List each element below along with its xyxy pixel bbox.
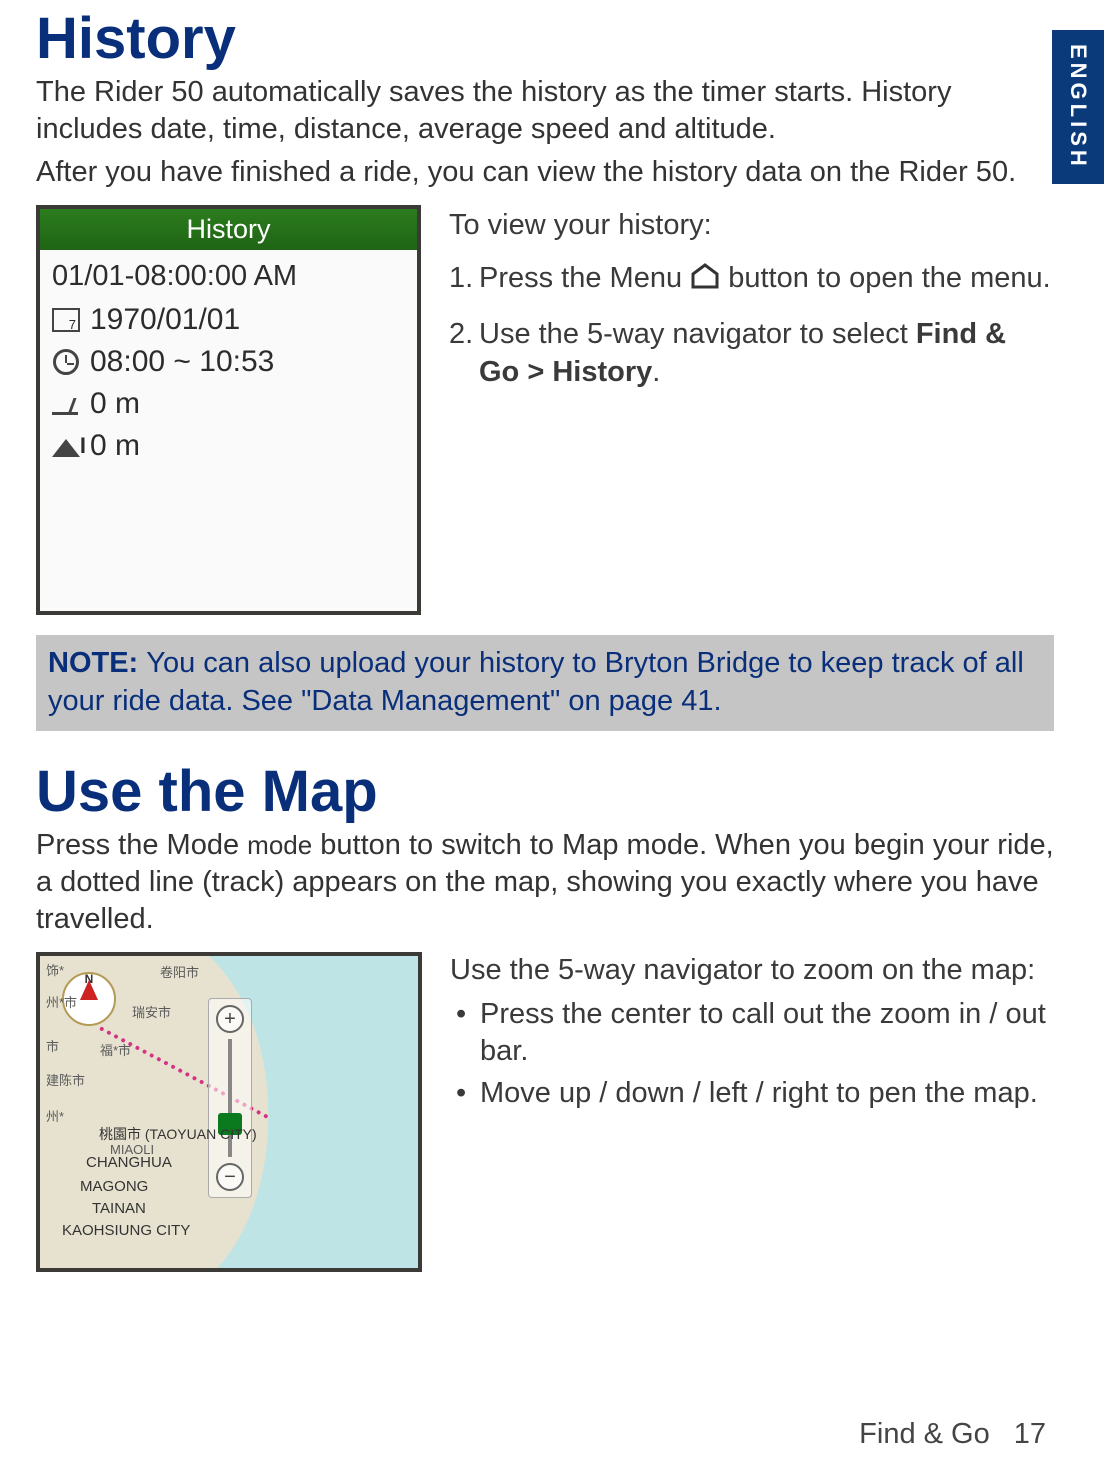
note-text: You can also upload your history to Bryt…	[48, 647, 1024, 717]
device-map-screenshot: + − 饰* 卷阳市 州*市 瑞安市 市 福*市 建陈市 州* 桃園市 (TAO…	[36, 952, 422, 1272]
language-tab: ENGLISH	[1052, 30, 1104, 184]
city-label: 市	[46, 1036, 59, 1055]
map-bullet-1: Press the center to call out the zoom in…	[450, 996, 1054, 1071]
city-label: TAINAN	[92, 1200, 146, 1217]
step-2: 2. Use the 5-way navigator to select Fin…	[449, 316, 1054, 391]
device-titlebar: History	[40, 209, 417, 250]
history-distance: 0 m	[90, 387, 140, 421]
city-label: 卷阳市	[160, 962, 199, 981]
city-label: CHANGHUA	[86, 1154, 172, 1171]
step-2-text-a: Use the 5-way navigator to select	[479, 318, 916, 350]
history-para-1: The Rider 50 automatically saves the his…	[36, 74, 1054, 148]
city-label: MAGONG	[80, 1178, 148, 1195]
page-footer: Find & Go 17	[36, 1418, 1046, 1451]
step-1-text-a: Press the Menu	[479, 262, 690, 294]
city-label: 福*市	[100, 1040, 131, 1059]
city-label: 州*市	[46, 992, 77, 1011]
history-date: 1970/01/01	[90, 303, 240, 337]
history-entry-title: 01/01-08:00:00 AM	[52, 260, 405, 293]
mode-button-word: mode	[247, 830, 312, 860]
step-1-text-b: button to open the menu.	[720, 262, 1051, 294]
map-bullet-2: Move up / down / left / right to pen the…	[450, 1075, 1054, 1113]
calendar-icon	[52, 306, 80, 334]
city-label: 瑞安市	[132, 1002, 171, 1021]
history-altitude: 0 m	[90, 429, 140, 463]
city-label: 桃園市 (TAOYUAN CITY)	[99, 1124, 257, 1144]
history-para-2: After you have finished a ride, you can …	[36, 154, 1054, 191]
map-instructions-intro: Use the 5-way navigator to zoom on the m…	[450, 952, 1054, 990]
clock-icon	[52, 348, 80, 376]
step-1-number: 1.	[449, 260, 479, 300]
altitude-icon	[52, 432, 80, 460]
step-1: 1. Press the Menu button to open the men…	[449, 260, 1054, 300]
footer-page-number: 17	[1014, 1418, 1046, 1450]
history-time: 08:00 ~ 10:53	[90, 345, 274, 379]
city-label: KAOHSIUNG CITY	[62, 1222, 190, 1239]
step-2-end: .	[652, 356, 660, 388]
map-para: Press the Mode mode button to switch to …	[36, 827, 1054, 938]
map-para-a: Press the Mode	[36, 829, 247, 861]
zoom-out-icon: −	[216, 1163, 244, 1191]
steps-intro: To view your history:	[449, 209, 1054, 242]
city-label: 州*	[46, 1106, 64, 1125]
step-2-number: 2.	[449, 316, 479, 391]
city-label: 建陈市	[46, 1070, 85, 1089]
note-label: NOTE:	[48, 647, 146, 679]
zoom-in-icon: +	[216, 1005, 244, 1033]
note-box: NOTE: You can also upload your history t…	[36, 635, 1054, 730]
heading-history: History	[36, 10, 1054, 68]
zoom-bar: + −	[208, 998, 252, 1198]
device-history-screenshot: History 01/01-08:00:00 AM 1970/01/01 08:…	[36, 205, 421, 615]
city-label: 饰*	[46, 960, 64, 979]
heading-use-the-map: Use the Map	[36, 763, 1054, 821]
menu-icon	[690, 262, 720, 300]
footer-section: Find & Go	[859, 1418, 990, 1450]
distance-icon	[52, 390, 80, 418]
